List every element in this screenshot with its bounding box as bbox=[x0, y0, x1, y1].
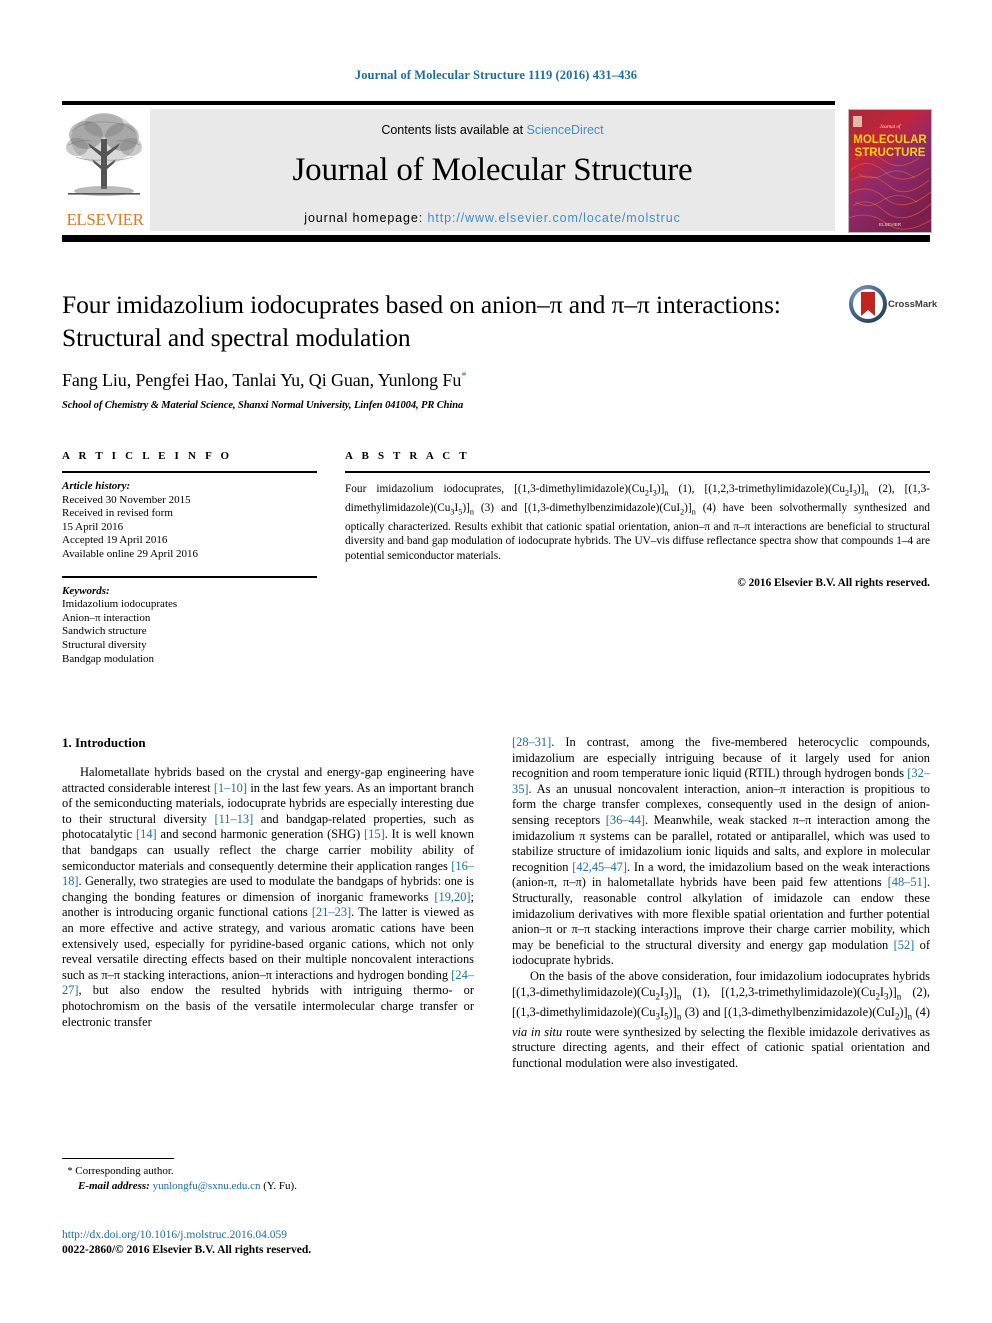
author-names: Fang Liu, Pengfei Hao, Tanlai Yu, Qi Gua… bbox=[62, 370, 462, 390]
crossmark-label: CrossMark bbox=[888, 299, 938, 310]
svg-text:ELSEVIER: ELSEVIER bbox=[879, 222, 902, 227]
keywords-group: Keywords: Imidazolium iodocuprates Anion… bbox=[62, 585, 317, 667]
email-note: E-mail address: yunlongfu@sxnu.edu.cn (Y… bbox=[62, 1179, 474, 1193]
history-line: Received in revised form bbox=[62, 507, 173, 520]
masthead-body: ELSEVIER Contents lists available at Sci… bbox=[62, 105, 932, 242]
article-page: Journal of Molecular Structure 1119 (201… bbox=[0, 0, 992, 1323]
section-heading-introduction: 1. Introduction bbox=[62, 735, 146, 750]
journal-masthead: ELSEVIER Contents lists available at Sci… bbox=[62, 101, 932, 242]
abstract-heading: A B S T R A C T bbox=[345, 450, 470, 462]
masthead-bottom-rule bbox=[62, 235, 930, 242]
keywords-rule bbox=[62, 575, 317, 578]
sciencedirect-link[interactable]: ScienceDirect bbox=[527, 123, 604, 137]
footnote-star-icon: * bbox=[67, 1166, 73, 1177]
corresponding-author-text: Corresponding author. bbox=[75, 1165, 174, 1177]
contents-prefix: Contents lists available at bbox=[381, 123, 527, 137]
title-block: Four imidazolium iodocuprates based on a… bbox=[62, 288, 832, 411]
homepage-url-link[interactable]: http://www.elsevier.com/locate/molstruc bbox=[428, 211, 681, 225]
history-line: Received 30 November 2015 bbox=[62, 493, 191, 506]
homepage-label: journal homepage: bbox=[304, 211, 428, 225]
email-suffix: (Y. Fu). bbox=[263, 1180, 297, 1192]
article-history-group: Article history: Received 30 November 20… bbox=[62, 480, 317, 562]
body-left-column: 1. Introduction Halometallate hybrids ba… bbox=[62, 735, 474, 1030]
issn-copyright-line: 0022-2860/© 2016 Elsevier B.V. All right… bbox=[62, 1244, 312, 1256]
abstract-column: A B S T R A C T Four imidazolium iodocup… bbox=[345, 450, 930, 589]
contents-available-line: Contents lists available at ScienceDirec… bbox=[150, 109, 835, 137]
corresponding-author-note: * Corresponding author. bbox=[62, 1164, 474, 1179]
author-list: Fang Liu, Pengfei Hao, Tanlai Yu, Qi Gua… bbox=[62, 370, 832, 391]
masthead-center-panel: Contents lists available at ScienceDirec… bbox=[150, 109, 835, 231]
crossmark-badge[interactable]: CrossMark bbox=[848, 284, 940, 328]
footnote-rule bbox=[62, 1158, 174, 1159]
history-line: Available online 29 April 2016 bbox=[62, 547, 199, 560]
journal-cover-thumbnail: Journal of MOLECULAR STRUCTURE ELSEVIER bbox=[848, 109, 932, 233]
history-line: Accepted 19 April 2016 bbox=[62, 534, 168, 547]
running-head: Journal of Molecular Structure 1119 (201… bbox=[354, 68, 638, 82]
svg-text:STRUCTURE: STRUCTURE bbox=[855, 147, 926, 159]
svg-text:Journal of: Journal of bbox=[880, 125, 901, 130]
article-info-rule bbox=[62, 471, 317, 473]
email-link[interactable]: yunlongfu@sxnu.edu.cn bbox=[153, 1180, 261, 1192]
abstract-copyright: © 2016 Elsevier B.V. All rights reserved… bbox=[737, 577, 930, 590]
page-title: Four imidazolium iodocuprates based on a… bbox=[62, 290, 781, 352]
keyword-item: Structural diversity bbox=[62, 638, 147, 651]
keyword-item: Bandgap modulation bbox=[62, 652, 154, 665]
keyword-item: Sandwich structure bbox=[62, 625, 147, 638]
journal-title: Journal of Molecular Structure bbox=[292, 152, 693, 188]
intro-paragraph-left: Halometallate hybrids based on the cryst… bbox=[62, 765, 475, 1029]
body-right-column: [28–31]. In contrast, among the five-mem… bbox=[512, 735, 930, 1071]
svg-text:MOLECULAR: MOLECULAR bbox=[853, 134, 927, 146]
corresponding-author-marker: * bbox=[461, 370, 467, 382]
affiliation: School of Chemistry & Material Science, … bbox=[62, 400, 464, 411]
keywords-label: Keywords: bbox=[62, 584, 110, 597]
article-info-column: A R T I C L E I N F O Article history: R… bbox=[62, 450, 317, 666]
article-history-label: Article history: bbox=[62, 480, 131, 492]
elsevier-tree-logo: ELSEVIER bbox=[62, 109, 146, 231]
elsevier-wordmark: ELSEVIER bbox=[66, 210, 144, 229]
abstract-text: Four imidazolium iodocuprates, [(1,3-dim… bbox=[345, 483, 930, 562]
article-info-heading: A R T I C L E I N F O bbox=[62, 450, 233, 462]
email-label: E-mail address: bbox=[78, 1180, 150, 1192]
keyword-item: Anion–π interaction bbox=[62, 611, 151, 624]
intro-paragraph-right-second: On the basis of the above consideration,… bbox=[512, 968, 931, 1070]
footnote-block: * Corresponding author. E-mail address: … bbox=[62, 1158, 474, 1193]
abstract-rule bbox=[345, 471, 930, 473]
history-line: 15 April 2016 bbox=[62, 520, 124, 533]
doi-block: http://dx.doi.org/10.1016/j.molstruc.201… bbox=[62, 1228, 522, 1258]
doi-link[interactable]: http://dx.doi.org/10.1016/j.molstruc.201… bbox=[62, 1228, 522, 1243]
intro-paragraph-right-continued: [28–31]. In contrast, among the five-mem… bbox=[512, 735, 930, 968]
keyword-item: Imidazolium iodocuprates bbox=[62, 598, 178, 611]
journal-homepage-line: journal homepage: http://www.elsevier.co… bbox=[150, 189, 835, 225]
